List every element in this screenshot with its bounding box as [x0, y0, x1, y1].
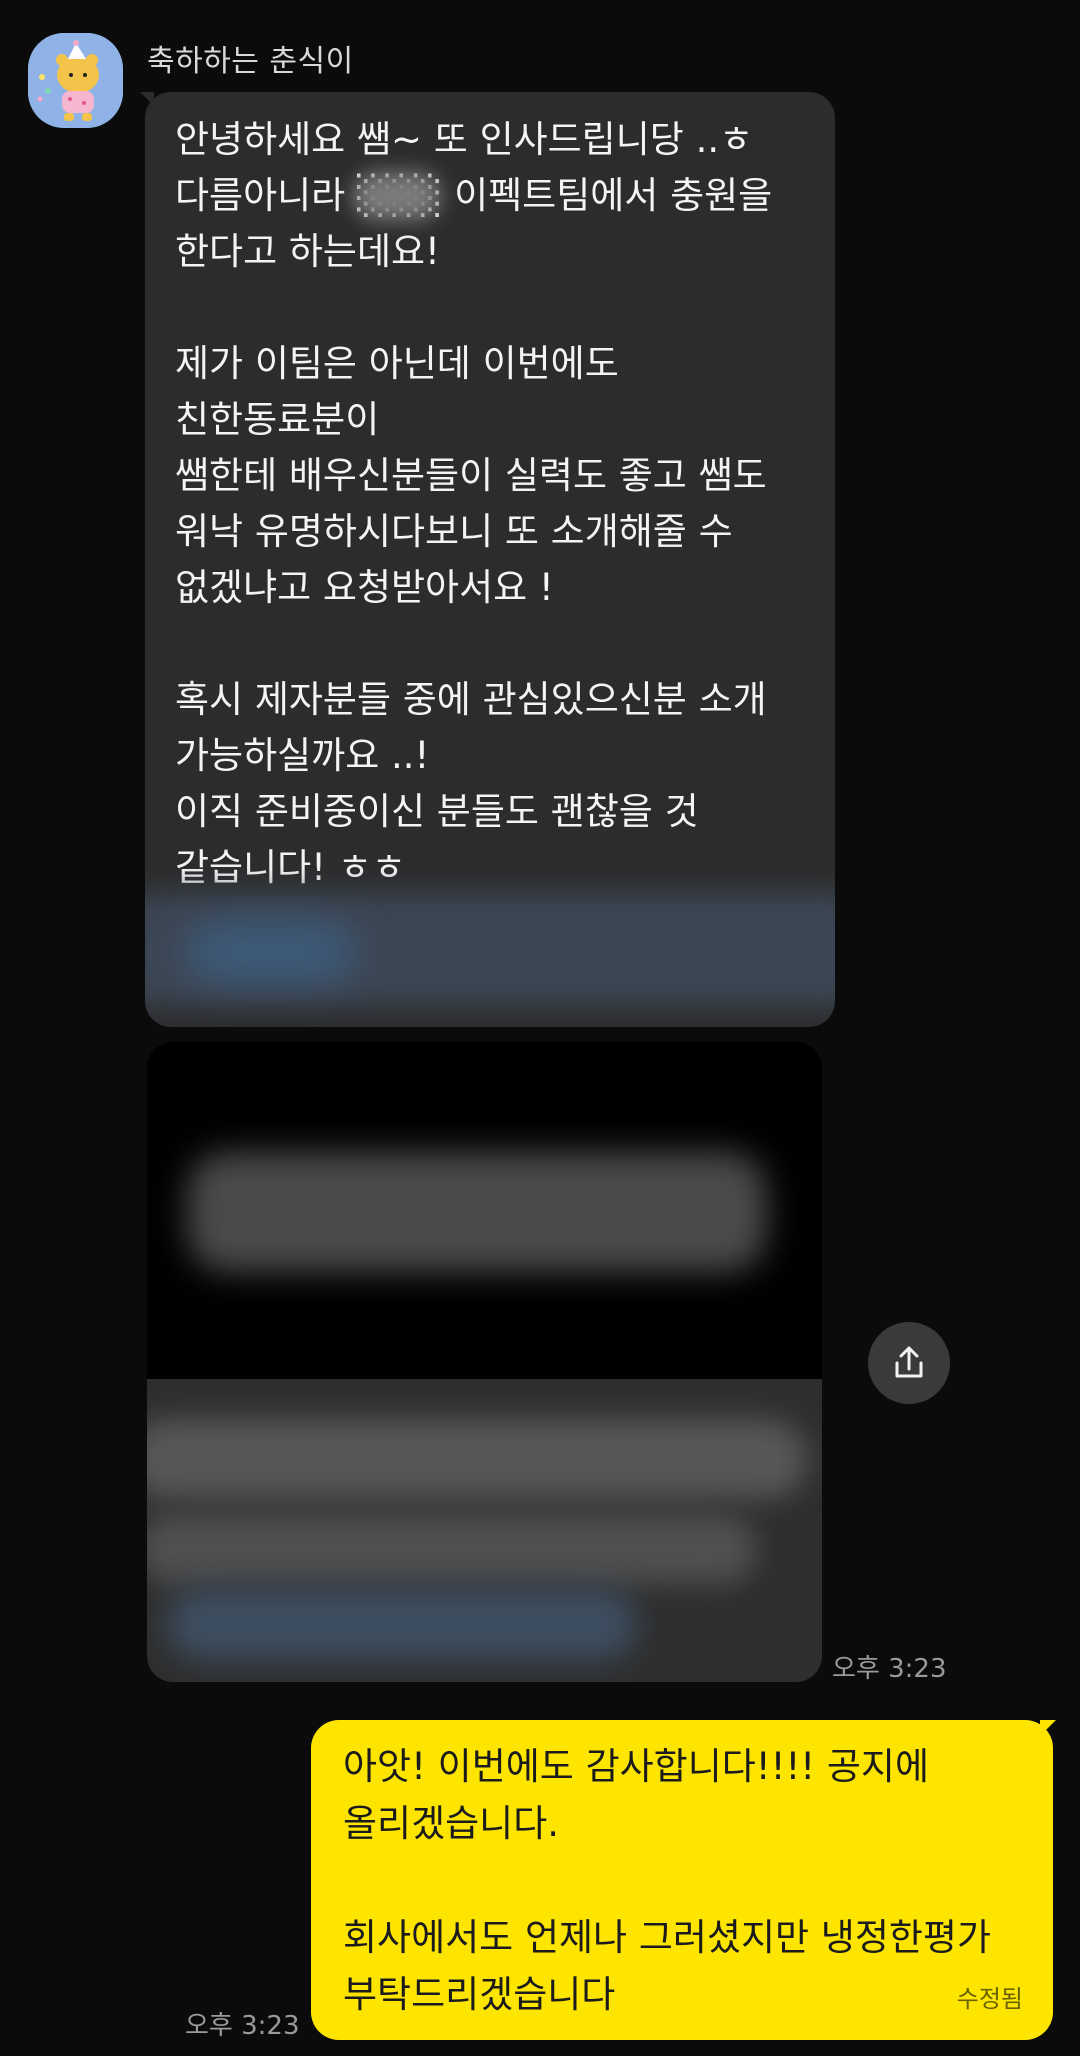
- redacted-name-blur: [353, 172, 441, 220]
- redacted-description-blur-1: [147, 1419, 807, 1499]
- character-avatar-icon: [28, 33, 123, 128]
- edited-label: 수정됨: [956, 1985, 1023, 2013]
- redacted-description-blur-3: [167, 1589, 637, 1659]
- link-preview-card[interactable]: [147, 1042, 822, 1682]
- incoming-message-time: 오후 3:23: [832, 1654, 947, 1684]
- share-icon: [895, 1346, 923, 1378]
- redacted-preview-title-blur: [187, 1152, 767, 1272]
- share-button[interactable]: [868, 1322, 950, 1404]
- redacted-link-blur-accent: [185, 922, 355, 982]
- outgoing-message-bubble[interactable]: 아앗! 이번에도 감사합니다!!!! 공지에 올리겠습니다. 회사에서도 언제나…: [311, 1720, 1053, 2040]
- sender-avatar[interactable]: [28, 33, 123, 128]
- sender-name: 축하하는 춘식이: [147, 44, 354, 79]
- outgoing-message-text: 아앗! 이번에도 감사합니다!!!! 공지에 올리겠습니다. 회사에서도 언제나…: [343, 1745, 992, 2016]
- outgoing-message-time: 오후 3:23: [185, 2011, 300, 2041]
- link-preview-description: [147, 1379, 822, 1682]
- incoming-message-bubble[interactable]: 안녕하세요 쌤~ 또 인사드립니당 ..ㅎ 다름아니라 ░░░ 이펙트팀에서 충…: [145, 92, 835, 1027]
- incoming-message-text: 안녕하세요 쌤~ 또 인사드립니당 ..ㅎ 다름아니라 ░░░ 이펙트팀에서 충…: [175, 118, 773, 889]
- redacted-description-blur-2: [147, 1514, 757, 1584]
